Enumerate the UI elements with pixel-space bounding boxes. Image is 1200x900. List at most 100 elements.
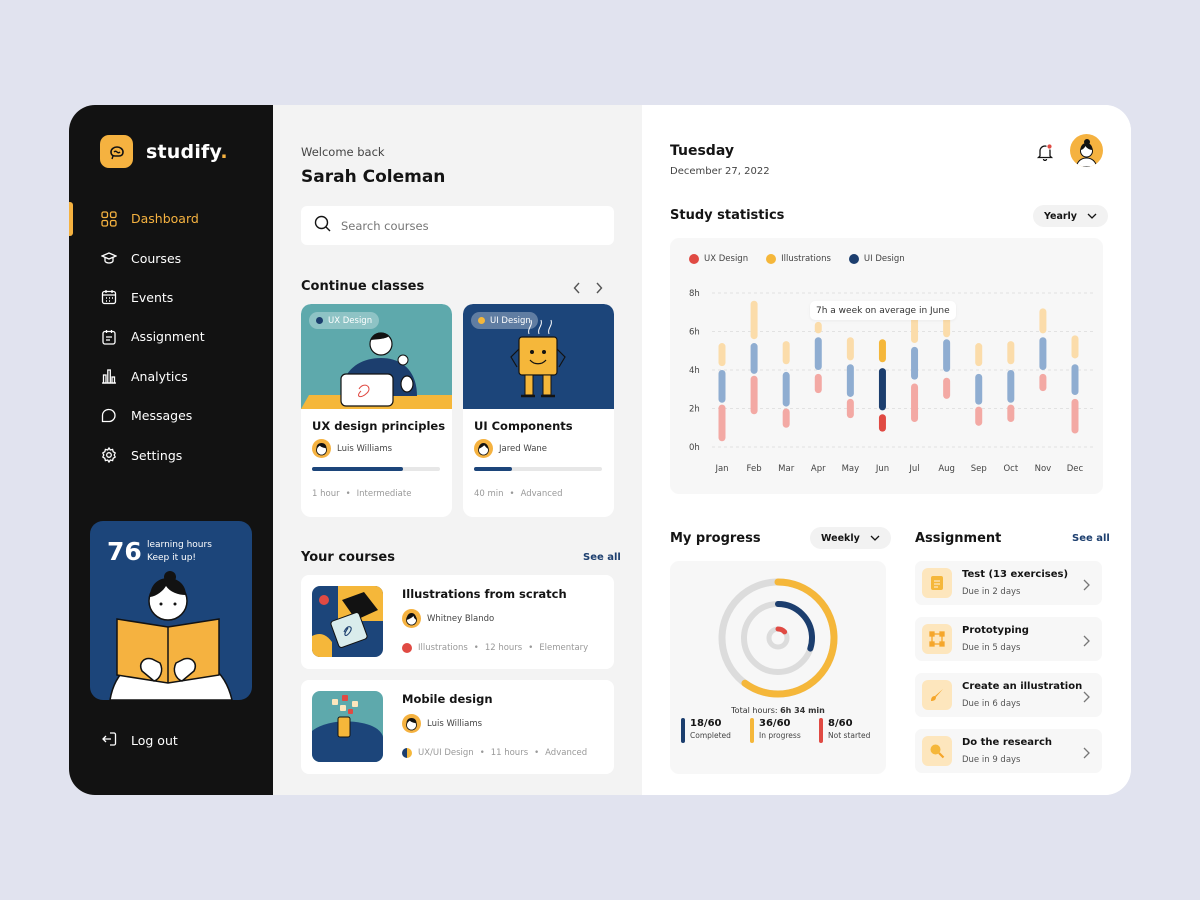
bar-ui-design-sep: [975, 373, 983, 405]
logo[interactable]: studify.: [100, 135, 228, 168]
x-tick-label: Apr: [811, 464, 826, 474]
bar-chart-icon: [101, 368, 117, 384]
assignment-item[interactable]: Prototyping Due in 5 days: [915, 617, 1102, 661]
search-icon: [314, 215, 331, 236]
x-tick-label: Sep: [971, 464, 987, 474]
bar-ux-design-jun: [878, 414, 886, 432]
course-author: Luis Williams: [312, 439, 392, 458]
study-statistics-chart: UX Design Illustrations UI Design 0h 2h 4h…: [670, 238, 1103, 494]
see-all-courses-link[interactable]: See all: [583, 552, 621, 563]
bar-illustrations-jul: [911, 316, 919, 344]
bar-ux-design-sep: [975, 406, 983, 426]
stats-period-dropdown[interactable]: Yearly: [1033, 205, 1108, 227]
logout-button[interactable]: Log out: [101, 731, 178, 750]
course-progress-bar: [474, 467, 602, 471]
x-tick-label: May: [842, 464, 860, 474]
sidebar-item-label: Analytics: [131, 368, 188, 384]
course-illustration: [312, 691, 383, 762]
sidebar-item-dashboard[interactable]: Dashboard: [69, 199, 273, 238]
sidebar-item-label: Events: [131, 289, 174, 305]
x-tick-label: Aug: [938, 464, 955, 474]
bar-ux-design-apr: [814, 373, 822, 394]
assignment-name: Test (13 exercises): [962, 569, 1069, 580]
chevron-right-icon: [1083, 632, 1090, 651]
welcome-text: Welcome back: [301, 145, 385, 159]
stat-in-progress: 36/60 In progress: [750, 718, 801, 743]
bar-ux-design-feb: [750, 375, 758, 415]
bar-ui-design-may: [846, 364, 854, 397]
course-title: Mobile design: [402, 692, 493, 706]
assignment-item[interactable]: Test (13 exercises) Due in 2 days: [915, 561, 1102, 605]
assignment-due: Due in 5 days: [962, 643, 1021, 653]
category-dot-icon: [402, 643, 412, 653]
sidebar-item-settings[interactable]: Settings: [69, 435, 273, 474]
course-illustration: UI Design: [463, 304, 614, 409]
sidebar-item-label: Settings: [131, 447, 183, 463]
bar-ux-design-dec: [1071, 398, 1079, 434]
current-day: Tuesday: [670, 143, 734, 159]
graduation-cap-icon: [101, 250, 117, 266]
sidebar-item-label: Courses: [131, 250, 182, 266]
sidebar-item-label: Dashboard: [131, 211, 199, 227]
bar-illustrations-jun: [878, 339, 886, 363]
bar-illustrations-apr: [814, 321, 822, 334]
chevron-down-icon: [1087, 211, 1097, 222]
stat-not-started: 8/60 Not started: [819, 718, 870, 743]
document-icon: [922, 568, 952, 598]
assignment-name: Prototyping: [962, 625, 1029, 636]
course-card[interactable]: UX Design UX design principles Luis Will…: [301, 304, 452, 517]
assignment-due: Due in 9 days: [962, 755, 1021, 765]
sidebar-item-messages[interactable]: Messages: [69, 396, 273, 435]
sidebar-item-analytics[interactable]: Analytics: [69, 357, 273, 396]
y-tick-label: 8h: [689, 289, 700, 299]
sidebar-item-assignment[interactable]: Assignment: [69, 317, 273, 356]
learning-hours-card: 76 learning hours Keep it up!: [90, 521, 252, 700]
magnifier-icon: [922, 736, 952, 766]
progress-panel: Total hours: 6h 34 min 18/60 Completed 36…: [670, 561, 886, 774]
y-tick-label: 0h: [689, 443, 700, 453]
avatar: [312, 439, 331, 458]
course-meta: Illustrations • 12 hours • Elementary: [402, 643, 588, 653]
user-avatar[interactable]: [1070, 134, 1103, 167]
stat-completed: 18/60 Completed: [681, 718, 731, 743]
course-tag: UI Design: [471, 312, 538, 329]
course-list-item[interactable]: Mobile design Luis Williams UX/UI Design…: [301, 680, 614, 774]
course-author: Jared Wane: [474, 439, 547, 458]
course-tag: UX Design: [309, 312, 380, 329]
notification-bell-icon[interactable]: [1036, 143, 1054, 165]
bar-illustrations-sep: [975, 343, 983, 367]
chevron-right-icon[interactable]: [595, 279, 603, 298]
course-list-item[interactable]: Illustrations from scratch Whitney Bland…: [301, 575, 614, 669]
course-illustration: [312, 586, 383, 657]
assignment-item[interactable]: Create an illustration Due in 6 days: [915, 673, 1102, 717]
sidebar-item-events[interactable]: Events: [69, 278, 273, 317]
sidebar-item-label: Assignment: [131, 329, 205, 345]
chevron-left-icon[interactable]: [573, 279, 581, 298]
x-tick-label: Jun: [875, 464, 889, 474]
course-title: UI Components: [474, 419, 573, 433]
search-input[interactable]: [341, 218, 581, 233]
see-all-assignments-link[interactable]: See all: [1072, 533, 1110, 544]
avatar: [402, 609, 421, 628]
x-tick-label: Oct: [1003, 464, 1018, 474]
app-name: studify.: [146, 140, 228, 163]
avatar: [402, 714, 421, 733]
course-title: Illustrations from scratch: [402, 587, 567, 601]
bar-ui-design-nov: [1039, 337, 1047, 370]
chevron-right-icon: [1083, 744, 1090, 763]
bar-ui-design-jun: [878, 368, 886, 411]
bar-ui-design-mar: [782, 371, 790, 407]
bar-ui-design-feb: [750, 343, 758, 374]
logout-label: Log out: [131, 733, 178, 748]
bar-ux-design-jul: [911, 383, 919, 422]
bar-illustrations-dec: [1071, 335, 1079, 359]
app-window: studify. Dashboard Courses Events Assign…: [69, 105, 1131, 795]
your-courses-title: Your courses: [301, 550, 395, 565]
assignment-item[interactable]: Do the research Due in 9 days: [915, 729, 1102, 773]
category-dot-icon: [402, 748, 412, 758]
sidebar-item-courses[interactable]: Courses: [69, 238, 273, 277]
course-card[interactable]: UI Design UI Components Jared Wane 40 mi…: [463, 304, 614, 517]
progress-period-dropdown[interactable]: Weekly: [810, 527, 891, 549]
avatar: [474, 439, 493, 458]
course-illustration: UX Design: [301, 304, 452, 409]
